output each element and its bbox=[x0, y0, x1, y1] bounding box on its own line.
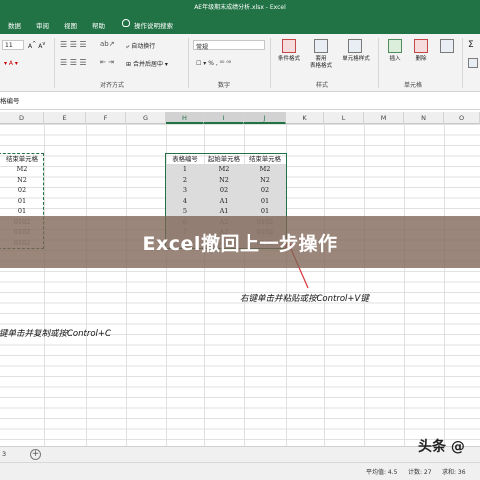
merge-center-button[interactable]: ⊞ 合并后居中 ▾ bbox=[126, 59, 168, 68]
divider bbox=[54, 38, 55, 88]
currency-format-icon[interactable]: ☐ ▾ % , ⁰⁰ ⁰⁰ bbox=[196, 60, 231, 67]
column-header[interactable]: N bbox=[404, 112, 444, 124]
divider bbox=[188, 38, 189, 88]
gridline bbox=[444, 124, 445, 446]
paste-instruction: 右键单击并粘贴或按Control+V键 bbox=[240, 294, 369, 304]
font-size-select[interactable]: 11 bbox=[2, 40, 24, 50]
gridline bbox=[364, 124, 365, 446]
gridline bbox=[324, 124, 325, 446]
divider bbox=[378, 38, 379, 88]
gridline bbox=[126, 124, 127, 446]
gridline bbox=[44, 124, 45, 446]
column-header[interactable]: J bbox=[244, 112, 286, 124]
ribbon-tabs: 数据 审阅 视图 帮助 操作说明搜索 bbox=[0, 15, 480, 34]
orientation-icon[interactable]: ab↗ bbox=[100, 40, 115, 48]
number-group-label: 数字 bbox=[218, 82, 231, 89]
insert-icon[interactable] bbox=[388, 39, 402, 53]
align-left-icon[interactable]: ☰ ☰ ☰ bbox=[60, 58, 87, 67]
title-banner: Excel撤回上一步操作 bbox=[0, 216, 480, 268]
grow-font-icon[interactable]: A^ Av bbox=[28, 41, 45, 50]
sheet-tab[interactable]: 3 bbox=[2, 450, 6, 458]
table-format-icon[interactable] bbox=[314, 39, 328, 53]
add-sheet-button[interactable]: + bbox=[30, 449, 41, 460]
formula-bar: 格编号 bbox=[0, 92, 480, 110]
font-color-icon[interactable]: ▾ A ▾ bbox=[4, 60, 18, 67]
sheet-tab-bar: 3 + bbox=[0, 446, 480, 462]
number-format-select[interactable]: 常规 bbox=[193, 40, 265, 51]
fill-icon[interactable] bbox=[468, 58, 478, 68]
tab-view[interactable]: 视图 bbox=[64, 20, 77, 30]
column-header[interactable]: H bbox=[166, 112, 204, 124]
status-average: 平均值: 4.5 bbox=[366, 469, 398, 476]
insert-button[interactable]: 插入 bbox=[382, 56, 408, 63]
status-sum: 求和: 36 bbox=[442, 469, 466, 476]
watermark: 头条 @ bbox=[418, 439, 465, 455]
delete-button[interactable]: 删除 bbox=[408, 56, 434, 63]
column-header[interactable]: D bbox=[0, 112, 44, 124]
column-header[interactable]: I bbox=[204, 112, 244, 124]
styles-group-label: 样式 bbox=[316, 82, 329, 89]
conditional-format-button[interactable]: 条件格式 bbox=[272, 56, 306, 63]
conditional-format-icon[interactable] bbox=[282, 39, 296, 53]
column-header[interactable]: G bbox=[126, 112, 166, 124]
lightbulb-icon bbox=[122, 19, 130, 27]
column-header[interactable]: L bbox=[324, 112, 364, 124]
format-icon[interactable] bbox=[440, 39, 454, 53]
table-format-button[interactable]: 套用 表格格式 bbox=[305, 56, 337, 70]
cells-group-label: 单元格 bbox=[404, 82, 423, 89]
sum-icon[interactable]: Σ bbox=[468, 40, 474, 50]
title-bar: AE年级期末成绩分析.xlsx - Excel bbox=[0, 0, 480, 15]
gridline bbox=[404, 124, 405, 446]
cell-style-icon[interactable] bbox=[348, 39, 362, 53]
delete-icon[interactable] bbox=[414, 39, 428, 53]
column-header[interactable]: E bbox=[44, 112, 86, 124]
indent-icon[interactable]: ⇤ ⇥ bbox=[100, 58, 114, 66]
column-header[interactable]: F bbox=[86, 112, 126, 124]
name-box[interactable]: 格编号 bbox=[0, 95, 20, 105]
status-bar: 平均值: 4.5 计数: 27 求和: 36 bbox=[0, 462, 480, 480]
cell-style-button[interactable]: 单元格样式 bbox=[338, 56, 374, 63]
column-header[interactable]: O bbox=[444, 112, 480, 124]
excel-window: AE年级期末成绩分析.xlsx - Excel 数据 审阅 视图 帮助 操作说明… bbox=[0, 0, 480, 480]
copy-instruction: 键单击并复制或按Control+C bbox=[0, 329, 111, 339]
tab-review[interactable]: 审阅 bbox=[36, 20, 49, 30]
window-title: AE年级期末成绩分析.xlsx - Excel bbox=[194, 4, 286, 11]
alignment-group-label: 对齐方式 bbox=[100, 82, 125, 89]
ribbon: 11 A^ Av ▾ A ▾ ☰ ☰ ☰ ☰ ☰ ☰ ab↗ ⇤ ⇥ ⤶ 自动换… bbox=[0, 34, 480, 92]
column-header[interactable]: M bbox=[364, 112, 404, 124]
wrap-text-button[interactable]: ⤶ 自动换行 bbox=[126, 41, 155, 51]
tab-data[interactable]: 数据 bbox=[8, 20, 21, 30]
divider bbox=[270, 38, 271, 88]
column-header[interactable]: K bbox=[286, 112, 324, 124]
tab-help[interactable]: 帮助 bbox=[92, 20, 105, 30]
banner-title: Excel撤回上一步操作 bbox=[142, 233, 338, 255]
divider bbox=[462, 38, 463, 88]
align-top-icon[interactable]: ☰ ☰ ☰ bbox=[60, 40, 87, 49]
column-headers: D E F G H I J K L M N O bbox=[0, 112, 480, 124]
gridline bbox=[86, 124, 87, 446]
tell-me-search[interactable]: 操作说明搜索 bbox=[134, 20, 173, 30]
status-count: 计数: 27 bbox=[408, 469, 432, 476]
